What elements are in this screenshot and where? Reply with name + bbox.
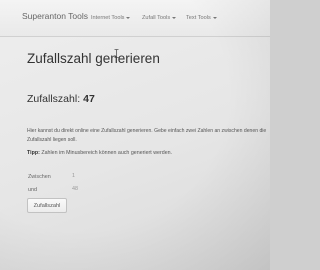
generate-button[interactable]: Zufallszahl [27,198,67,213]
max-number-input[interactable] [72,185,106,194]
nav-dropdown-internet-tools[interactable]: Internet Tools [91,15,131,21]
caret-down-icon [172,16,177,19]
nav-dropdown-text-tools[interactable]: Text Tools [186,15,217,21]
intro-line: Hier kannst du direkt online eine Zufall… [27,128,267,134]
top-navbar: Superanton Tools Internet Tools Zufall T… [0,0,270,37]
tip-label: Tipp: [27,150,40,156]
random-number-result: Zufallszahl: 47 [27,93,95,105]
min-number-input[interactable] [72,172,106,181]
intro-line: Zufallszahl liegen soll. [27,136,77,143]
tip-text: Zahlen im Minusbereich können auch gener… [41,150,173,156]
caret-down-icon [126,16,131,19]
page-title: Zufallszahl generieren [27,51,160,66]
tip-paragraph: Tipp: Zahlen im Minusbereich können auch… [27,150,172,156]
min-label: Zwischen [28,174,51,180]
nav-dropdown-zufall-tools[interactable]: Zufall Tools [142,15,177,21]
result-label: Zufallszahl: [27,93,81,105]
nav-label-zufall-tools: Zufall Tools [142,15,171,21]
nav-label-internet-tools: Internet Tools [91,15,125,21]
caret-down-icon [212,16,217,19]
brand-link[interactable]: Superanton Tools [22,11,88,21]
nav-label-text-tools: Text Tools [186,15,211,21]
result-value: 47 [83,93,95,105]
max-label: und [28,187,37,193]
intro-paragraph: Hier kannst du direkt online eine Zufall… [27,127,270,144]
browser-viewport: Superanton Tools Internet Tools Zufall T… [0,0,270,270]
